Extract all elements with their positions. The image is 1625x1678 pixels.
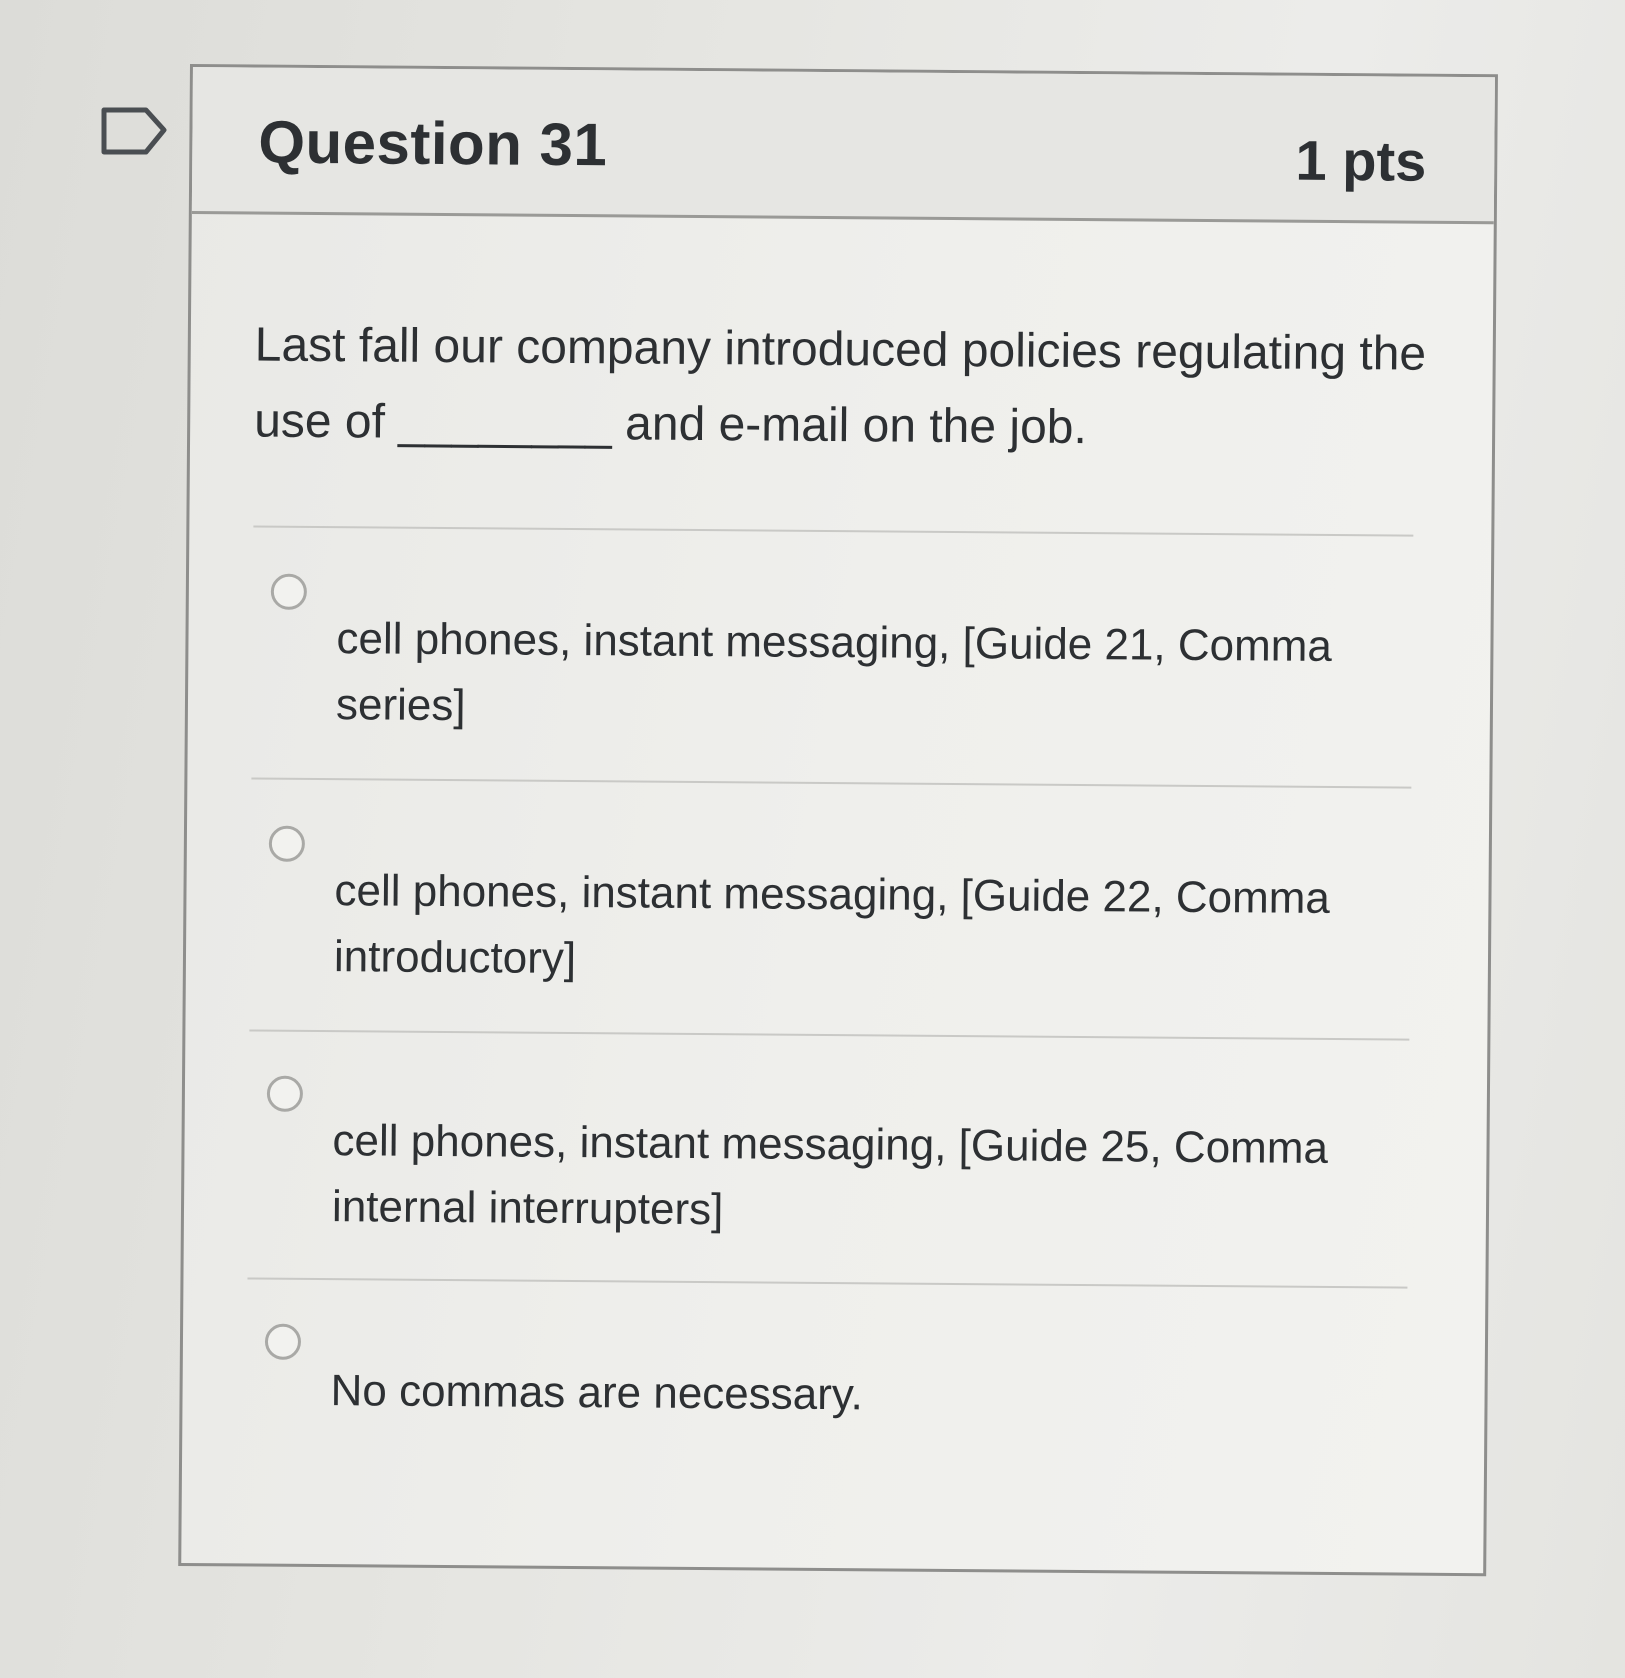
radio-unchecked-icon[interactable] [264, 1323, 302, 1360]
radio-unchecked-icon[interactable] [266, 1075, 304, 1112]
question-header: Question 31 1 pts [191, 67, 1495, 225]
answer-label[interactable]: No commas are necessary. [330, 1358, 1370, 1432]
flag-question-icon[interactable] [100, 106, 170, 158]
answer-label[interactable]: cell phones, instant messaging, [Guide 2… [332, 1108, 1373, 1248]
divider [251, 777, 1412, 789]
divider [247, 1277, 1408, 1289]
question-text: Last fall our company introduced policie… [254, 308, 1435, 469]
question-text-after: and e-mail on the job. [611, 397, 1088, 455]
answer-option[interactable]: cell phones, instant messaging, [Guide 2… [249, 1075, 1409, 1234]
answer-label[interactable]: cell phones, instant messaging, [Guide 2… [334, 858, 1375, 998]
radio-unchecked-icon[interactable] [268, 825, 306, 862]
radio-unchecked-icon[interactable] [270, 573, 307, 610]
answer-option[interactable]: cell phones, instant messaging, [Guide 2… [253, 573, 1413, 730]
question-title: Question 31 [258, 108, 608, 179]
answer-label[interactable]: cell phones, instant messaging, [Guide 2… [336, 606, 1377, 746]
question-blank: ________ [398, 395, 613, 451]
answer-option[interactable]: No commas are necessary. [247, 1323, 1407, 1419]
answer-option[interactable]: cell phones, instant messaging, [Guide 2… [251, 825, 1411, 983]
divider [249, 1029, 1410, 1041]
question-card: Question 31 1 pts Last fall our company … [178, 64, 1498, 1577]
divider [253, 525, 1414, 537]
question-points: 1 pts [1295, 128, 1427, 193]
